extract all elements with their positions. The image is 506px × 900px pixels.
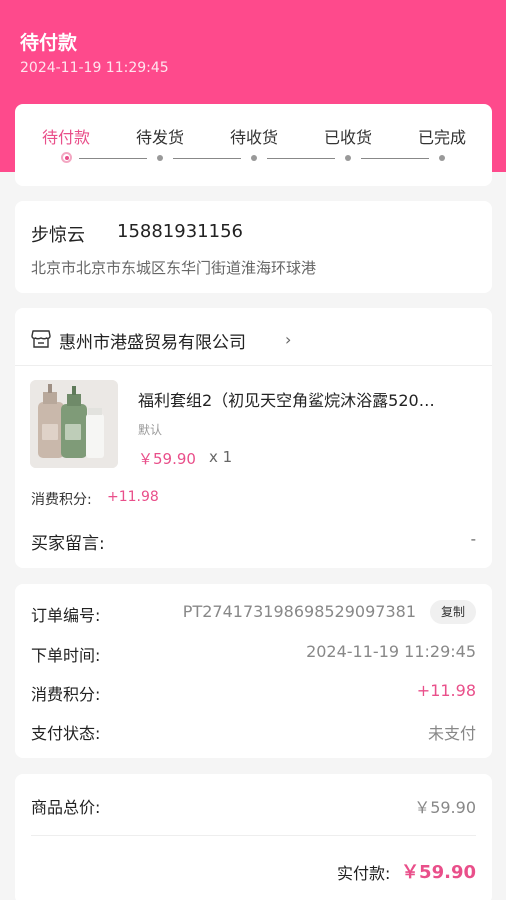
step-completed: 已完成 [417,128,466,147]
step-connector [79,158,147,159]
step-dot [439,155,445,161]
divider [31,835,476,836]
goods-total-value: ￥59.90 [414,798,476,817]
product-image [30,380,118,468]
points-value: +11.98 [107,489,159,505]
step-connector [173,158,241,159]
step-connector [361,158,429,159]
amount-paid-value: ￥59.90 [401,862,476,883]
order-points-value: +11.98 [416,681,476,700]
recipient-name: 步惊云 [31,225,85,246]
amount-paid-label: 实付款: [337,864,391,883]
product-price: ￥59.90 [138,450,196,468]
recipient-address: 北京市北京市东城区东华门街道淮海环球港 [31,259,317,277]
step-pending-receipt: 待收货 [229,128,278,147]
payment-status-value: 未支付 [427,724,476,743]
order-total-card: 商品总价: ￥59.90 实付款: ￥59.90 [15,774,492,900]
order-status-time: 2024-11-19 11:29:45 [20,60,169,76]
recipient-phone: 15881931156 [117,221,243,242]
buyer-message-label: 买家留言: [31,534,105,554]
order-number-label: 订单编号: [31,606,101,625]
shop-order-card: 惠州市港盛贸易有限公司 › 福利套组2（初见天空角鲨烷沐浴露520… 默认 ￥5… [15,308,492,568]
buyer-message-value: - [470,530,476,548]
order-points-label: 消费积分: [31,685,101,704]
order-number-value: PT274173198698529097381 [182,602,416,621]
order-info-card: 订单编号: PT274173198698529097381 复制 下单时间: 2… [15,584,492,758]
step-connector [267,158,335,159]
order-status-title: 待付款 [20,32,78,54]
product-spec: 默认 [138,423,163,437]
step-pending-shipment: 待发货 [135,128,184,147]
shipping-address-card: 步惊云 15881931156 北京市北京市东城区东华门街道淮海环球港 [15,201,492,293]
product-name[interactable]: 福利套组2（初见天空角鲨烷沐浴露520… [138,387,478,411]
step-received: 已收货 [323,128,372,147]
goods-total-label: 商品总价: [31,798,101,817]
store-icon [31,330,51,348]
step-dot [345,155,351,161]
step-dot-active [61,152,72,163]
product-thumbnail[interactable] [30,380,118,468]
copy-order-number-button[interactable]: 复制 [430,600,476,624]
order-time-label: 下单时间: [31,646,101,665]
product-quantity: x 1 [209,448,233,466]
order-time-value: 2024-11-19 11:29:45 [306,642,476,661]
step-pending-payment: 待付款 [41,128,90,147]
payment-status-label: 支付状态: [31,724,101,743]
points-label: 消费积分: [31,492,92,508]
chevron-right-icon[interactable]: › [285,330,291,349]
step-dot [251,155,257,161]
step-dot [157,155,163,161]
shop-name-link[interactable]: 惠州市港盛贸易有限公司 [59,328,246,353]
divider [15,365,492,366]
order-progress-steps: 待付款 待发货 待收货 已收货 已完成 [15,104,492,186]
